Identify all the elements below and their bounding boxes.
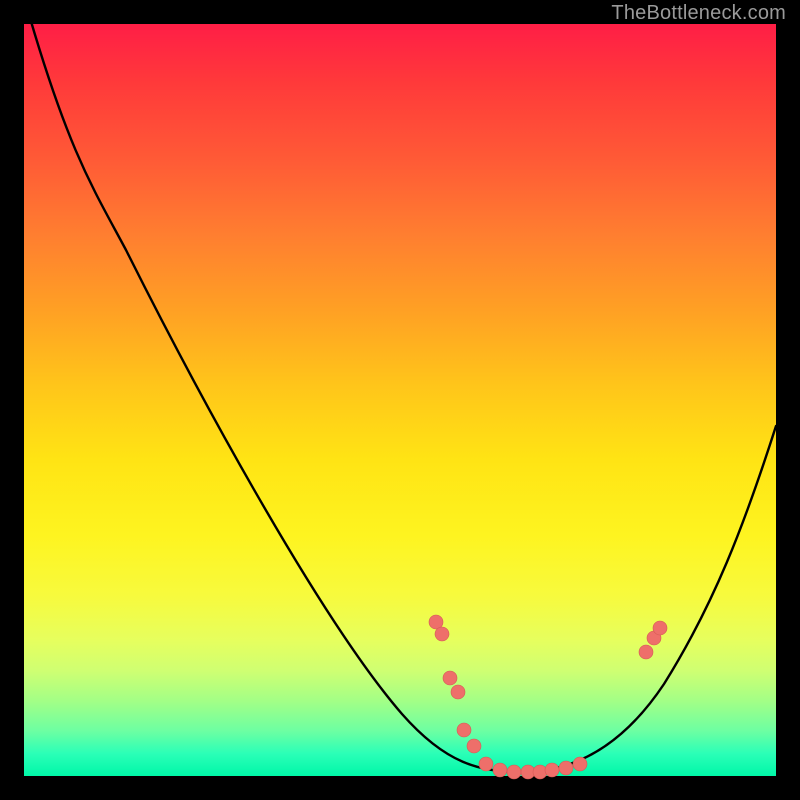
highlight-dot xyxy=(573,757,587,771)
highlight-dot xyxy=(479,757,493,771)
highlight-dot xyxy=(653,621,667,635)
bottleneck-curve xyxy=(30,18,776,772)
chart-svg xyxy=(24,24,776,776)
chart-frame: TheBottleneck.com xyxy=(0,0,800,800)
highlight-dot xyxy=(457,723,471,737)
highlight-dot xyxy=(507,765,521,779)
highlight-dot xyxy=(493,763,507,777)
plot-area xyxy=(24,24,776,776)
highlight-dot xyxy=(545,763,559,777)
highlight-dot xyxy=(533,765,547,779)
highlight-dot xyxy=(443,671,457,685)
highlight-dots xyxy=(429,615,667,779)
highlight-dot xyxy=(639,645,653,659)
watermark-text: TheBottleneck.com xyxy=(611,2,786,25)
highlight-dot xyxy=(451,685,465,699)
highlight-dot xyxy=(559,761,573,775)
highlight-dot xyxy=(467,739,481,753)
highlight-dot xyxy=(435,627,449,641)
